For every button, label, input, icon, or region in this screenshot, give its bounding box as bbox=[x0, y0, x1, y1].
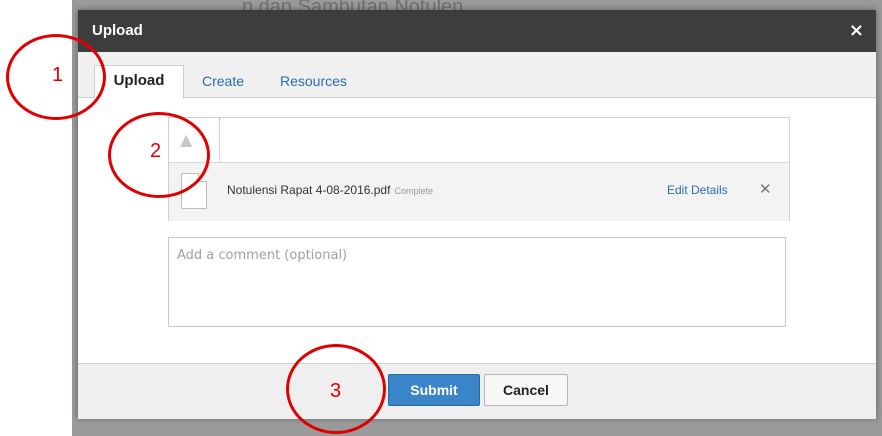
file-name: Notulensi Rapat 4-08-2016.pdf Complete bbox=[227, 183, 433, 197]
file-name-text: Notulensi Rapat 4-08-2016.pdf bbox=[227, 183, 391, 197]
tab-resources[interactable]: Resources bbox=[280, 66, 347, 98]
upload-dialog: Upload × Upload Create Resources ▲ Notul… bbox=[78, 10, 876, 419]
annotation-number-2: 2 bbox=[150, 140, 162, 162]
dialog-title: Upload bbox=[92, 22, 143, 39]
dialog-footer: Submit Cancel bbox=[78, 363, 876, 419]
annotation-number-1: 1 bbox=[52, 64, 64, 86]
tab-upload[interactable]: Upload bbox=[94, 65, 184, 99]
dialog-close-icon[interactable]: × bbox=[849, 20, 864, 41]
edit-details-link[interactable]: Edit Details bbox=[667, 183, 728, 197]
uploaded-file-row: Notulensi Rapat 4-08-2016.pdf Complete Ed… bbox=[169, 162, 789, 221]
submit-button[interactable]: Submit bbox=[388, 374, 480, 406]
tab-bar: Upload Create Resources bbox=[78, 52, 876, 99]
tab-create[interactable]: Create bbox=[202, 66, 244, 98]
comment-input[interactable] bbox=[168, 237, 786, 327]
cancel-button[interactable]: Cancel bbox=[484, 374, 568, 406]
dialog-titlebar: Upload × bbox=[78, 10, 876, 52]
annotation-number-3: 3 bbox=[330, 380, 342, 402]
file-upload-panel: ▲ Notulensi Rapat 4-08-2016.pdf Complete … bbox=[168, 117, 790, 221]
file-status: Complete bbox=[394, 186, 433, 196]
remove-file-icon[interactable]: ✕ bbox=[759, 180, 772, 198]
